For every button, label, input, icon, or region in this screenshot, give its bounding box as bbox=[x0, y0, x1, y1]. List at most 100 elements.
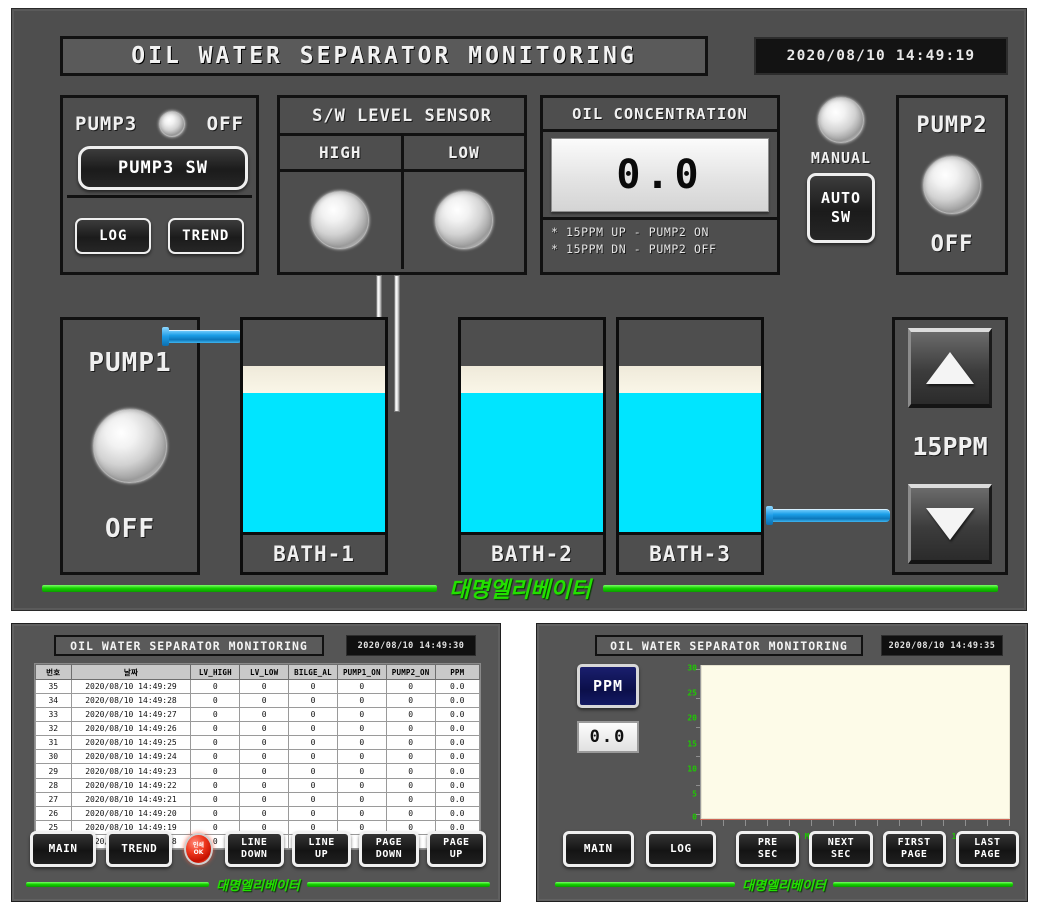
pump3-status-row: PUMP3 OFF bbox=[67, 102, 252, 142]
cell-bilgeal: 0 bbox=[288, 763, 338, 779]
trend-brand-line-left bbox=[555, 881, 736, 887]
level-sensor-low-lamp bbox=[434, 190, 493, 249]
cell-pump2on: 0 bbox=[385, 693, 436, 709]
ppm-increase-button[interactable] bbox=[908, 328, 992, 408]
x-axis-minor-tick bbox=[745, 820, 746, 826]
page-down-button[interactable]: PAGE DOWN bbox=[359, 831, 419, 867]
pump2-panel: PUMP2 OFF bbox=[896, 95, 1008, 275]
cell-date: 2020/08/10 14:49:20 bbox=[70, 805, 192, 821]
print-ok-button[interactable]: 인쇄 OK bbox=[184, 833, 213, 865]
bath-1-oil-layer bbox=[243, 366, 385, 393]
log-col-header-pump2on: PUMP2_ON bbox=[385, 664, 436, 680]
cell-lvhigh: 0 bbox=[190, 749, 241, 765]
log-table-body: 35 2020/08/10 14:49:29 0 0 0 0 0 0.0 34 2020/08/… bbox=[35, 678, 481, 850]
log-main-button[interactable]: MAIN bbox=[30, 831, 97, 867]
table-row[interactable]: 27 2020/08/10 14:49:21 0 0 0 0 0 0.0 bbox=[35, 791, 481, 807]
log-button[interactable]: LOG bbox=[75, 218, 152, 254]
table-row[interactable]: 26 2020/08/10 14:49:20 0 0 0 0 0 0.0 bbox=[35, 805, 481, 821]
bath-tank-3: BATH-3 bbox=[616, 317, 764, 575]
y-tick-label: 10 bbox=[687, 764, 697, 774]
page-up-label-2: UP bbox=[449, 849, 463, 860]
log-title-bar: OIL WATER SEPARATOR MONITORING bbox=[54, 635, 324, 656]
log-trend-button[interactable]: TREND bbox=[106, 831, 173, 867]
cell-lvlow: 0 bbox=[239, 791, 290, 807]
ppm-decrease-button[interactable] bbox=[908, 484, 992, 564]
first-page-label-1: FIRST bbox=[897, 837, 931, 848]
table-row[interactable]: 33 2020/08/10 14:49:27 0 0 0 0 0 0.0 bbox=[35, 707, 481, 723]
page-up-label-1: PAGE bbox=[443, 837, 470, 848]
pre-sec-label-2: SEC bbox=[757, 849, 778, 860]
pump3-sw-button[interactable]: PUMP3 SW bbox=[78, 146, 248, 190]
cell-ppm: 0.0 bbox=[434, 735, 481, 751]
table-row[interactable]: 31 2020/08/10 14:49:25 0 0 0 0 0 0.0 bbox=[35, 735, 481, 751]
first-page-button[interactable]: FIRST PAGE bbox=[882, 831, 946, 867]
line-up-button[interactable]: LINE UP bbox=[291, 831, 352, 867]
cell-lvhigh: 0 bbox=[190, 721, 241, 737]
cell-date: 2020/08/10 14:49:26 bbox=[70, 721, 192, 737]
ppm-series-button[interactable]: PPM bbox=[577, 664, 639, 708]
table-row[interactable]: 28 2020/08/10 14:49:22 0 0 0 0 0 0.0 bbox=[35, 777, 481, 793]
table-row[interactable]: 34 2020/08/10 14:49:28 0 0 0 0 0 0.0 bbox=[35, 693, 481, 709]
cell-pump1on: 0 bbox=[336, 749, 387, 765]
cell-date: 2020/08/10 14:49:28 bbox=[70, 693, 192, 709]
table-row[interactable]: 32 2020/08/10 14:49:26 0 0 0 0 0 0.0 bbox=[35, 721, 481, 737]
cell-bilgeal: 0 bbox=[288, 693, 338, 709]
last-page-button[interactable]: LAST PAGE bbox=[955, 831, 1019, 867]
page-title: OIL WATER SEPARATOR MONITORING bbox=[131, 43, 637, 69]
bath-3-caption: BATH-3 bbox=[619, 532, 761, 572]
page-up-button[interactable]: PAGE UP bbox=[426, 831, 486, 867]
pump3-bottom-section: LOG TREND bbox=[67, 201, 252, 271]
cell-ppm: 0.0 bbox=[434, 805, 481, 821]
main-brand-footer: 대명엘리베이터 bbox=[42, 575, 998, 603]
pump3-label: PUMP3 bbox=[75, 112, 138, 135]
cell-pump2on: 0 bbox=[385, 777, 436, 793]
chart-plot-area[interactable] bbox=[701, 665, 1010, 819]
level-sensor-low-caption: LOW bbox=[403, 136, 524, 172]
bath-3-label: BATH-3 bbox=[649, 541, 731, 566]
main-title-bar: OIL WATER SEPARATOR MONITORING bbox=[60, 36, 708, 76]
cell-pump1on: 0 bbox=[336, 707, 387, 723]
cell-lvlow: 0 bbox=[239, 749, 290, 765]
cell-date: 2020/08/10 14:49:21 bbox=[70, 791, 192, 807]
trend-button-row: MAIN LOG PRE SEC NEXT SEC FIRST PAGE LAS… bbox=[563, 830, 1019, 868]
table-row[interactable]: 30 2020/08/10 14:49:24 0 0 0 0 0 0.0 bbox=[35, 749, 481, 765]
cell-pump2on: 0 bbox=[385, 707, 436, 723]
log-col-header-pump1on: PUMP1_ON bbox=[336, 664, 387, 680]
pre-sec-button[interactable]: PRE SEC bbox=[736, 831, 800, 867]
level-sensor-high-column: HIGH bbox=[280, 136, 404, 269]
outlet-pipe bbox=[768, 509, 890, 522]
cell-lvhigh: 0 bbox=[190, 693, 241, 709]
print-label-line-1: 인쇄 bbox=[192, 842, 205, 849]
line-down-button[interactable]: LINE DOWN bbox=[224, 831, 284, 867]
auto-sw-button[interactable]: AUTO SW bbox=[807, 173, 875, 243]
log-brand-line-right bbox=[306, 881, 491, 887]
table-row[interactable]: 29 2020/08/10 14:49:23 0 0 0 0 0 0.0 bbox=[35, 763, 481, 779]
cell-bilgeal: 0 bbox=[288, 707, 338, 723]
level-sensor-low-column: LOW bbox=[403, 136, 524, 269]
cell-lvhigh: 0 bbox=[190, 777, 241, 793]
inlet-pipe-cap bbox=[162, 327, 169, 346]
x-axis-minor-tick bbox=[877, 820, 878, 826]
trend-main-button[interactable]: MAIN bbox=[563, 831, 634, 867]
trend-log-button[interactable]: LOG bbox=[645, 831, 717, 867]
level-sensor-high-caption: HIGH bbox=[280, 136, 401, 172]
next-sec-label-1: NEXT bbox=[827, 837, 855, 848]
cell-no: 27 bbox=[35, 791, 72, 807]
cell-no: 33 bbox=[35, 707, 72, 723]
cell-pump2on: 0 bbox=[385, 791, 436, 807]
table-row[interactable]: 35 2020/08/10 14:49:29 0 0 0 0 0 0.0 bbox=[35, 678, 481, 695]
trend-button[interactable]: TREND bbox=[167, 218, 244, 254]
log-table-container[interactable]: 번호 날짜 LV_HIGH LV_LOW BILGE_AL PUMP1_ON P… bbox=[34, 663, 481, 850]
log-main-button-label: MAIN bbox=[48, 842, 78, 855]
cell-no: 35 bbox=[35, 678, 72, 695]
auto-sw-line-1: AUTO bbox=[820, 189, 862, 207]
y-tick-label: 15 bbox=[687, 739, 697, 749]
main-clock-text: 2020/08/10 14:49:19 bbox=[786, 48, 976, 64]
log-col-header-no: 번호 bbox=[35, 664, 72, 680]
cell-no: 30 bbox=[35, 749, 72, 765]
cell-no: 34 bbox=[35, 693, 72, 709]
line-down-label-2: DOWN bbox=[241, 849, 268, 860]
next-sec-button[interactable]: NEXT SEC bbox=[809, 831, 873, 867]
cell-pump1on: 0 bbox=[336, 721, 387, 737]
oil-concentration-value: 0.0 bbox=[616, 152, 704, 198]
